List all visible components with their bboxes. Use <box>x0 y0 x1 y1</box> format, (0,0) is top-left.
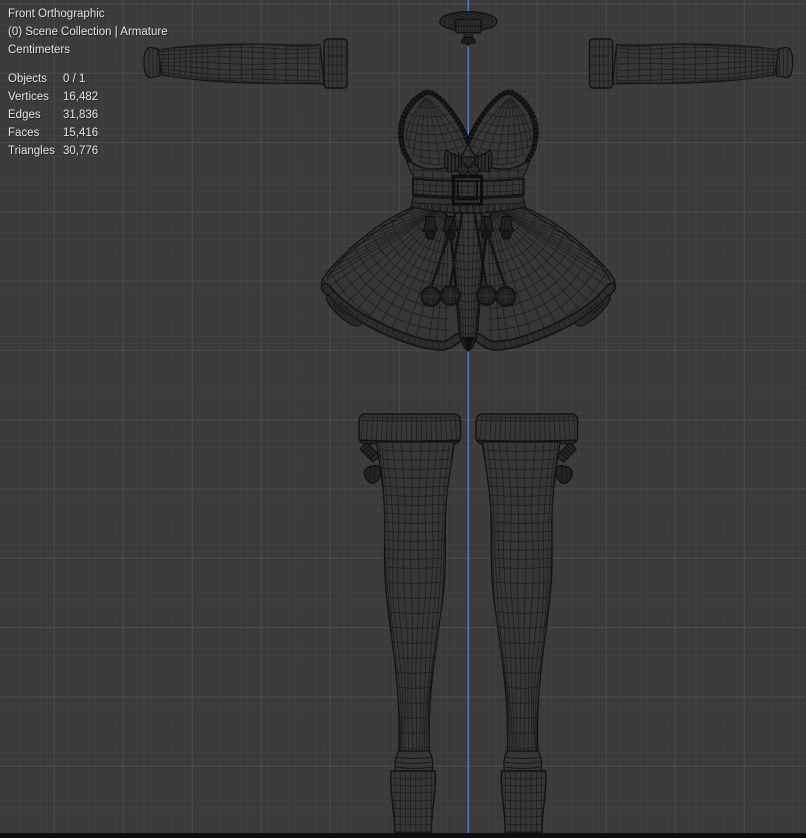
svg-text:16,482: 16,482 <box>63 91 98 103</box>
svg-text:Faces: Faces <box>8 127 40 139</box>
svg-text:15,416: 15,416 <box>63 127 98 139</box>
svg-text:Front Orthographic: Front Orthographic <box>8 8 105 20</box>
svg-text:Edges: Edges <box>8 109 41 121</box>
svg-text:(0) Scene Collection | Armatur: (0) Scene Collection | Armature <box>8 26 168 38</box>
svg-text:Objects: Objects <box>8 73 47 85</box>
svg-text:Vertices: Vertices <box>8 91 49 103</box>
svg-text:Triangles: Triangles <box>8 145 55 157</box>
svg-text:31,836: 31,836 <box>63 109 98 121</box>
svg-text:0 / 1: 0 / 1 <box>63 73 85 85</box>
svg-text:Centimeters: Centimeters <box>8 44 70 56</box>
svg-text:30,776: 30,776 <box>63 145 98 157</box>
